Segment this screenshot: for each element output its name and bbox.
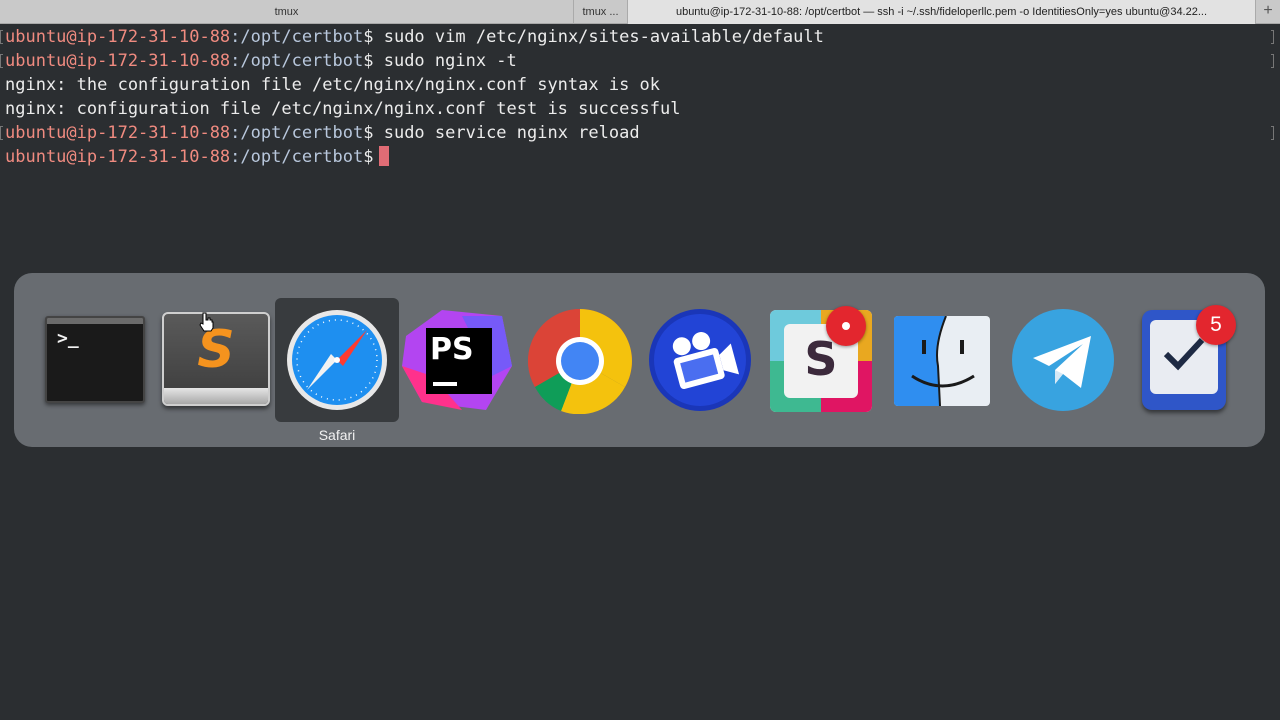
prompt-symbol: $ — [363, 123, 384, 143]
prompt-path: :/opt/certbot — [230, 147, 364, 167]
app-screenflow[interactable] — [638, 298, 762, 422]
command-text: sudo service nginx reload — [383, 123, 640, 143]
prompt-path: :/opt/certbot — [230, 27, 364, 47]
terminal-line: ubuntu@ip-172-31-10-88:/opt/certbot$ sud… — [5, 49, 517, 73]
mark-bracket-right — [1271, 30, 1274, 44]
terminal-output: nginx: configuration file /etc/nginx/ngi… — [5, 99, 681, 119]
text-cursor — [379, 146, 390, 166]
prompt-symbol: $ — [363, 147, 374, 167]
phpstorm-glyph: PS — [430, 332, 474, 367]
prompt-user: ubuntu@ip-172-31-10-88 — [5, 27, 231, 47]
chrome-icon — [528, 309, 632, 414]
app-slack[interactable]: S — [759, 298, 883, 422]
tab-tmux[interactable]: tmux — [0, 0, 574, 24]
app-sublime-text[interactable]: S — [154, 298, 278, 422]
sublime-text-icon: S — [162, 312, 270, 406]
prompt-user: ubuntu@ip-172-31-10-88 — [5, 147, 231, 167]
finder-icon — [894, 316, 990, 406]
command-text: sudo vim /etc/nginx/sites-available/defa… — [383, 27, 824, 47]
app-chrome[interactable] — [517, 298, 641, 422]
terminal-line: ubuntu@ip-172-31-10-88:/opt/certbot$ — [5, 145, 390, 169]
terminal-line: ubuntu@ip-172-31-10-88:/opt/certbot$ sud… — [5, 25, 824, 49]
app-terminal[interactable]: >_ — [33, 298, 157, 422]
app-phpstorm[interactable]: PS — [396, 298, 520, 422]
tab-tmux-2[interactable]: tmux ... — [574, 0, 628, 24]
app-safari[interactable] — [275, 298, 399, 422]
terminal-output: nginx: the configuration file /etc/nginx… — [5, 75, 661, 95]
prompt-path: :/opt/certbot — [230, 123, 364, 143]
safari-icon — [287, 310, 387, 410]
mark-bracket — [0, 54, 3, 68]
mark-bracket-right — [1271, 54, 1274, 68]
command-text: sudo nginx -t — [383, 51, 517, 71]
new-tab-button[interactable]: + — [1256, 0, 1280, 23]
pointer-cursor-icon — [199, 312, 214, 332]
prompt-path: :/opt/certbot — [230, 51, 364, 71]
prompt-symbol: $ — [363, 51, 384, 71]
screenflow-icon — [649, 309, 751, 411]
prompt-symbol: $ — [363, 27, 384, 47]
notification-count-badge: 5 — [1196, 305, 1236, 345]
tab-ssh-session[interactable]: ubuntu@ip-172-31-10-88: /opt/certbot — s… — [628, 0, 1256, 24]
mark-bracket — [0, 126, 3, 140]
mark-bracket — [0, 30, 3, 44]
terminal-icon: >_ — [45, 316, 145, 403]
app-telegram[interactable] — [1001, 298, 1125, 422]
notification-dot-badge — [826, 306, 866, 346]
terminal-line: ubuntu@ip-172-31-10-88:/opt/certbot$ sud… — [5, 121, 640, 145]
terminal-glyph: >_ — [57, 328, 79, 349]
sublime-glyph: S — [197, 320, 235, 380]
selected-app-label: Safari — [318, 427, 356, 443]
app-things[interactable]: 5 — [1122, 298, 1246, 422]
prompt-user: ubuntu@ip-172-31-10-88 — [5, 51, 231, 71]
prompt-user: ubuntu@ip-172-31-10-88 — [5, 123, 231, 143]
app-switcher: >_ S Safari PS S 5 — [14, 273, 1265, 447]
telegram-icon — [1012, 309, 1114, 411]
tab-bar: tmux tmux ... ubuntu@ip-172-31-10-88: /o… — [0, 0, 1280, 24]
app-finder[interactable] — [880, 298, 1004, 422]
mark-bracket-right — [1271, 126, 1274, 140]
